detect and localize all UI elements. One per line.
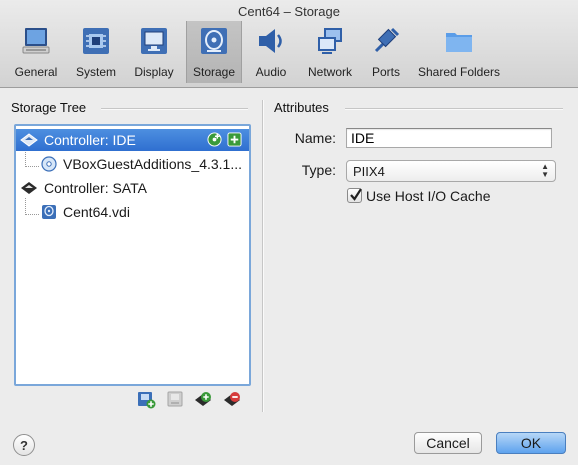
help-button[interactable]: ? — [13, 434, 35, 456]
disk-storage-icon — [201, 28, 227, 54]
toolbar-label: Ports — [371, 65, 400, 79]
controller-icon — [20, 133, 38, 147]
tree-item-optical-disc[interactable]: VBoxGuestAdditions_4.3.1... — [16, 153, 249, 175]
select-arrows-icon: ▲ ▼ — [541, 162, 549, 179]
hard-disk-icon — [42, 205, 56, 219]
toolbar-network[interactable]: Network — [302, 21, 358, 83]
tree-item-controller-ide[interactable]: Controller: IDE — [16, 129, 249, 151]
add-hard-disk-icon[interactable] — [227, 132, 242, 147]
toolbar: Cent64 – Storage General System Display … — [0, 0, 578, 88]
toolbar-label: Network — [307, 65, 352, 79]
type-selected-value: PIIX4 — [353, 163, 385, 179]
storage-settings-window: Cent64 – Storage General System Display … — [0, 0, 578, 465]
section-divider — [101, 108, 248, 110]
use-host-io-cache-label[interactable]: Use Host I/O Cache — [366, 188, 491, 204]
toolbar-label: Shared Folders — [417, 65, 501, 79]
toolbar-shared-folders[interactable]: Shared Folders — [414, 21, 504, 83]
add-controller-icon[interactable] — [194, 389, 214, 409]
monitor-general-icon — [22, 28, 50, 54]
chip-icon — [83, 28, 109, 54]
tree-item-hard-disk[interactable]: Cent64.vdi — [16, 201, 249, 223]
tree-item-label: Controller: SATA — [44, 180, 147, 196]
name-label: Name: — [294, 130, 336, 146]
tree-item-label: VBoxGuestAdditions_4.3.1... — [63, 156, 242, 172]
storage-tree-tools — [136, 389, 252, 409]
add-optical-drive-icon[interactable] — [207, 132, 222, 147]
toolbar-label: Audio — [255, 65, 287, 79]
toolbar-label: General — [14, 65, 58, 79]
remove-controller-icon[interactable] — [223, 389, 243, 409]
toolbar-system[interactable]: System — [72, 21, 120, 83]
toolbar-label: Storage — [192, 65, 236, 79]
ports-icon — [374, 27, 400, 53]
tree-item-label: Controller: IDE — [44, 132, 136, 148]
tree-item-label: Cent64.vdi — [63, 204, 130, 220]
add-attachment-icon[interactable] — [136, 389, 156, 409]
toolbar-storage[interactable]: Storage — [186, 21, 242, 83]
type-select[interactable]: PIIX4 ▲ ▼ — [346, 160, 556, 182]
folder-icon — [446, 33, 472, 52]
toolbar-label: Display — [134, 65, 174, 79]
type-label: Type: — [301, 162, 336, 178]
window-title: Cent64 – Storage — [238, 4, 340, 19]
speaker-icon — [259, 29, 282, 53]
checkmark-icon — [350, 188, 362, 201]
storage-tree-title: Storage Tree — [11, 100, 87, 115]
name-input[interactable] — [346, 128, 552, 148]
remove-attachment-icon[interactable] — [165, 389, 185, 409]
panel-divider — [262, 100, 264, 412]
toolbar-ports[interactable]: Ports — [364, 21, 408, 83]
display-icon — [141, 28, 167, 54]
section-divider — [345, 108, 563, 110]
toolbar-display[interactable]: Display — [128, 21, 180, 83]
tree-item-controller-sata[interactable]: Controller: SATA — [16, 177, 249, 199]
toolbar-label: System — [75, 65, 116, 79]
use-host-io-cache-checkbox[interactable] — [347, 188, 362, 203]
attributes-title: Attributes — [274, 100, 329, 115]
cancel-button[interactable]: Cancel — [414, 432, 482, 454]
toolbar-general[interactable]: General — [8, 21, 64, 83]
optical-disc-icon — [41, 156, 57, 172]
storage-tree[interactable]: Controller: IDE VBoxGuestAdditions_4.3.1… — [14, 124, 251, 386]
ok-button[interactable]: OK — [496, 432, 566, 454]
controller-icon — [21, 182, 37, 194]
network-icon — [318, 28, 342, 54]
toolbar-audio[interactable]: Audio — [248, 21, 294, 83]
